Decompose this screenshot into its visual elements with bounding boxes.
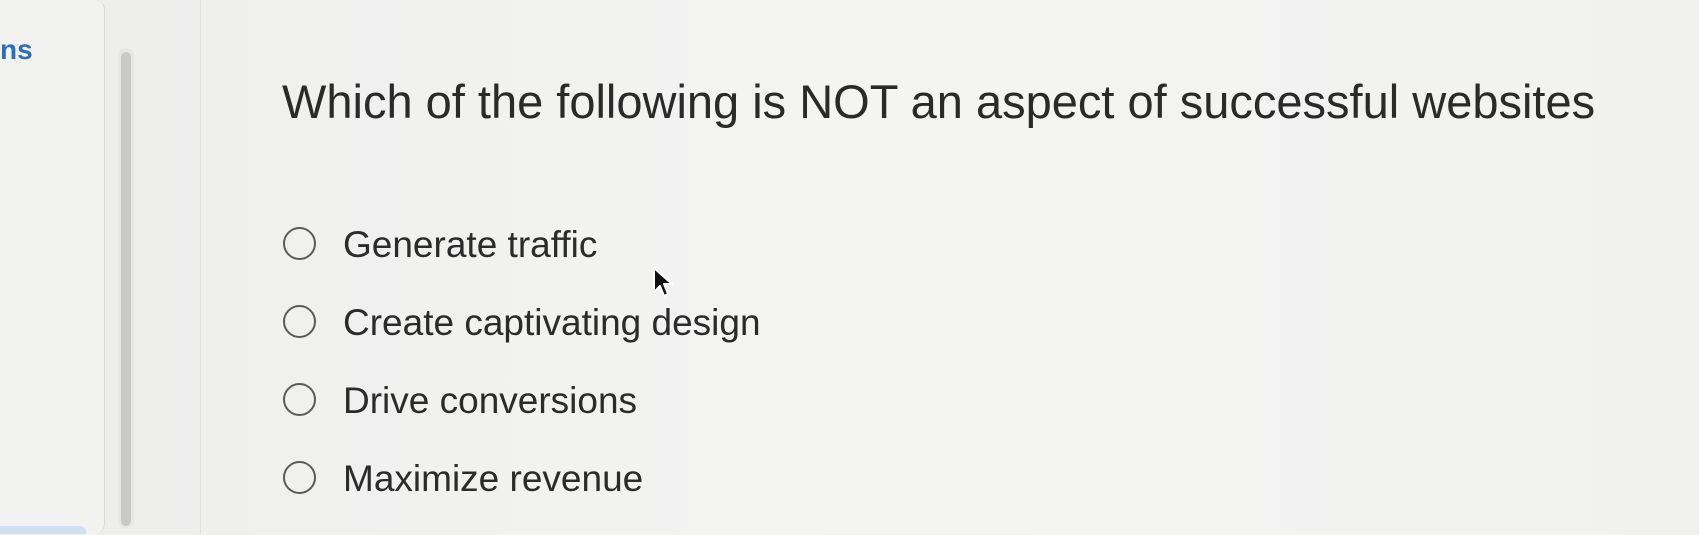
option-label[interactable]: Create captivating design: [343, 301, 761, 345]
option-label[interactable]: Maximize revenue: [343, 457, 643, 501]
option-create-captivating-design[interactable]: Create captivating design: [283, 301, 761, 379]
option-label[interactable]: Drive conversions: [343, 379, 637, 423]
radio-button[interactable]: [283, 383, 316, 416]
sidebar-bottom-tab[interactable]: [0, 526, 86, 534]
panel-divider: [200, 0, 201, 534]
option-label[interactable]: Generate traffic: [343, 223, 597, 267]
sidebar-panel: ns: [0, 0, 105, 534]
radio-button[interactable]: [283, 461, 316, 494]
radio-button[interactable]: [283, 227, 316, 260]
option-drive-conversions[interactable]: Drive conversions: [283, 379, 761, 457]
radio-button[interactable]: [283, 305, 316, 338]
arrow-pointer-icon: [652, 266, 678, 300]
option-generate-traffic[interactable]: Generate traffic: [283, 223, 761, 301]
option-maximize-revenue[interactable]: Maximize revenue: [283, 457, 761, 535]
sidebar-label: ns: [0, 34, 33, 65]
scrollbar-thumb[interactable]: [121, 52, 131, 526]
answer-options: Generate traffic Create captivating desi…: [283, 223, 761, 535]
question-text: Which of the following is NOT an aspect …: [282, 75, 1596, 128]
